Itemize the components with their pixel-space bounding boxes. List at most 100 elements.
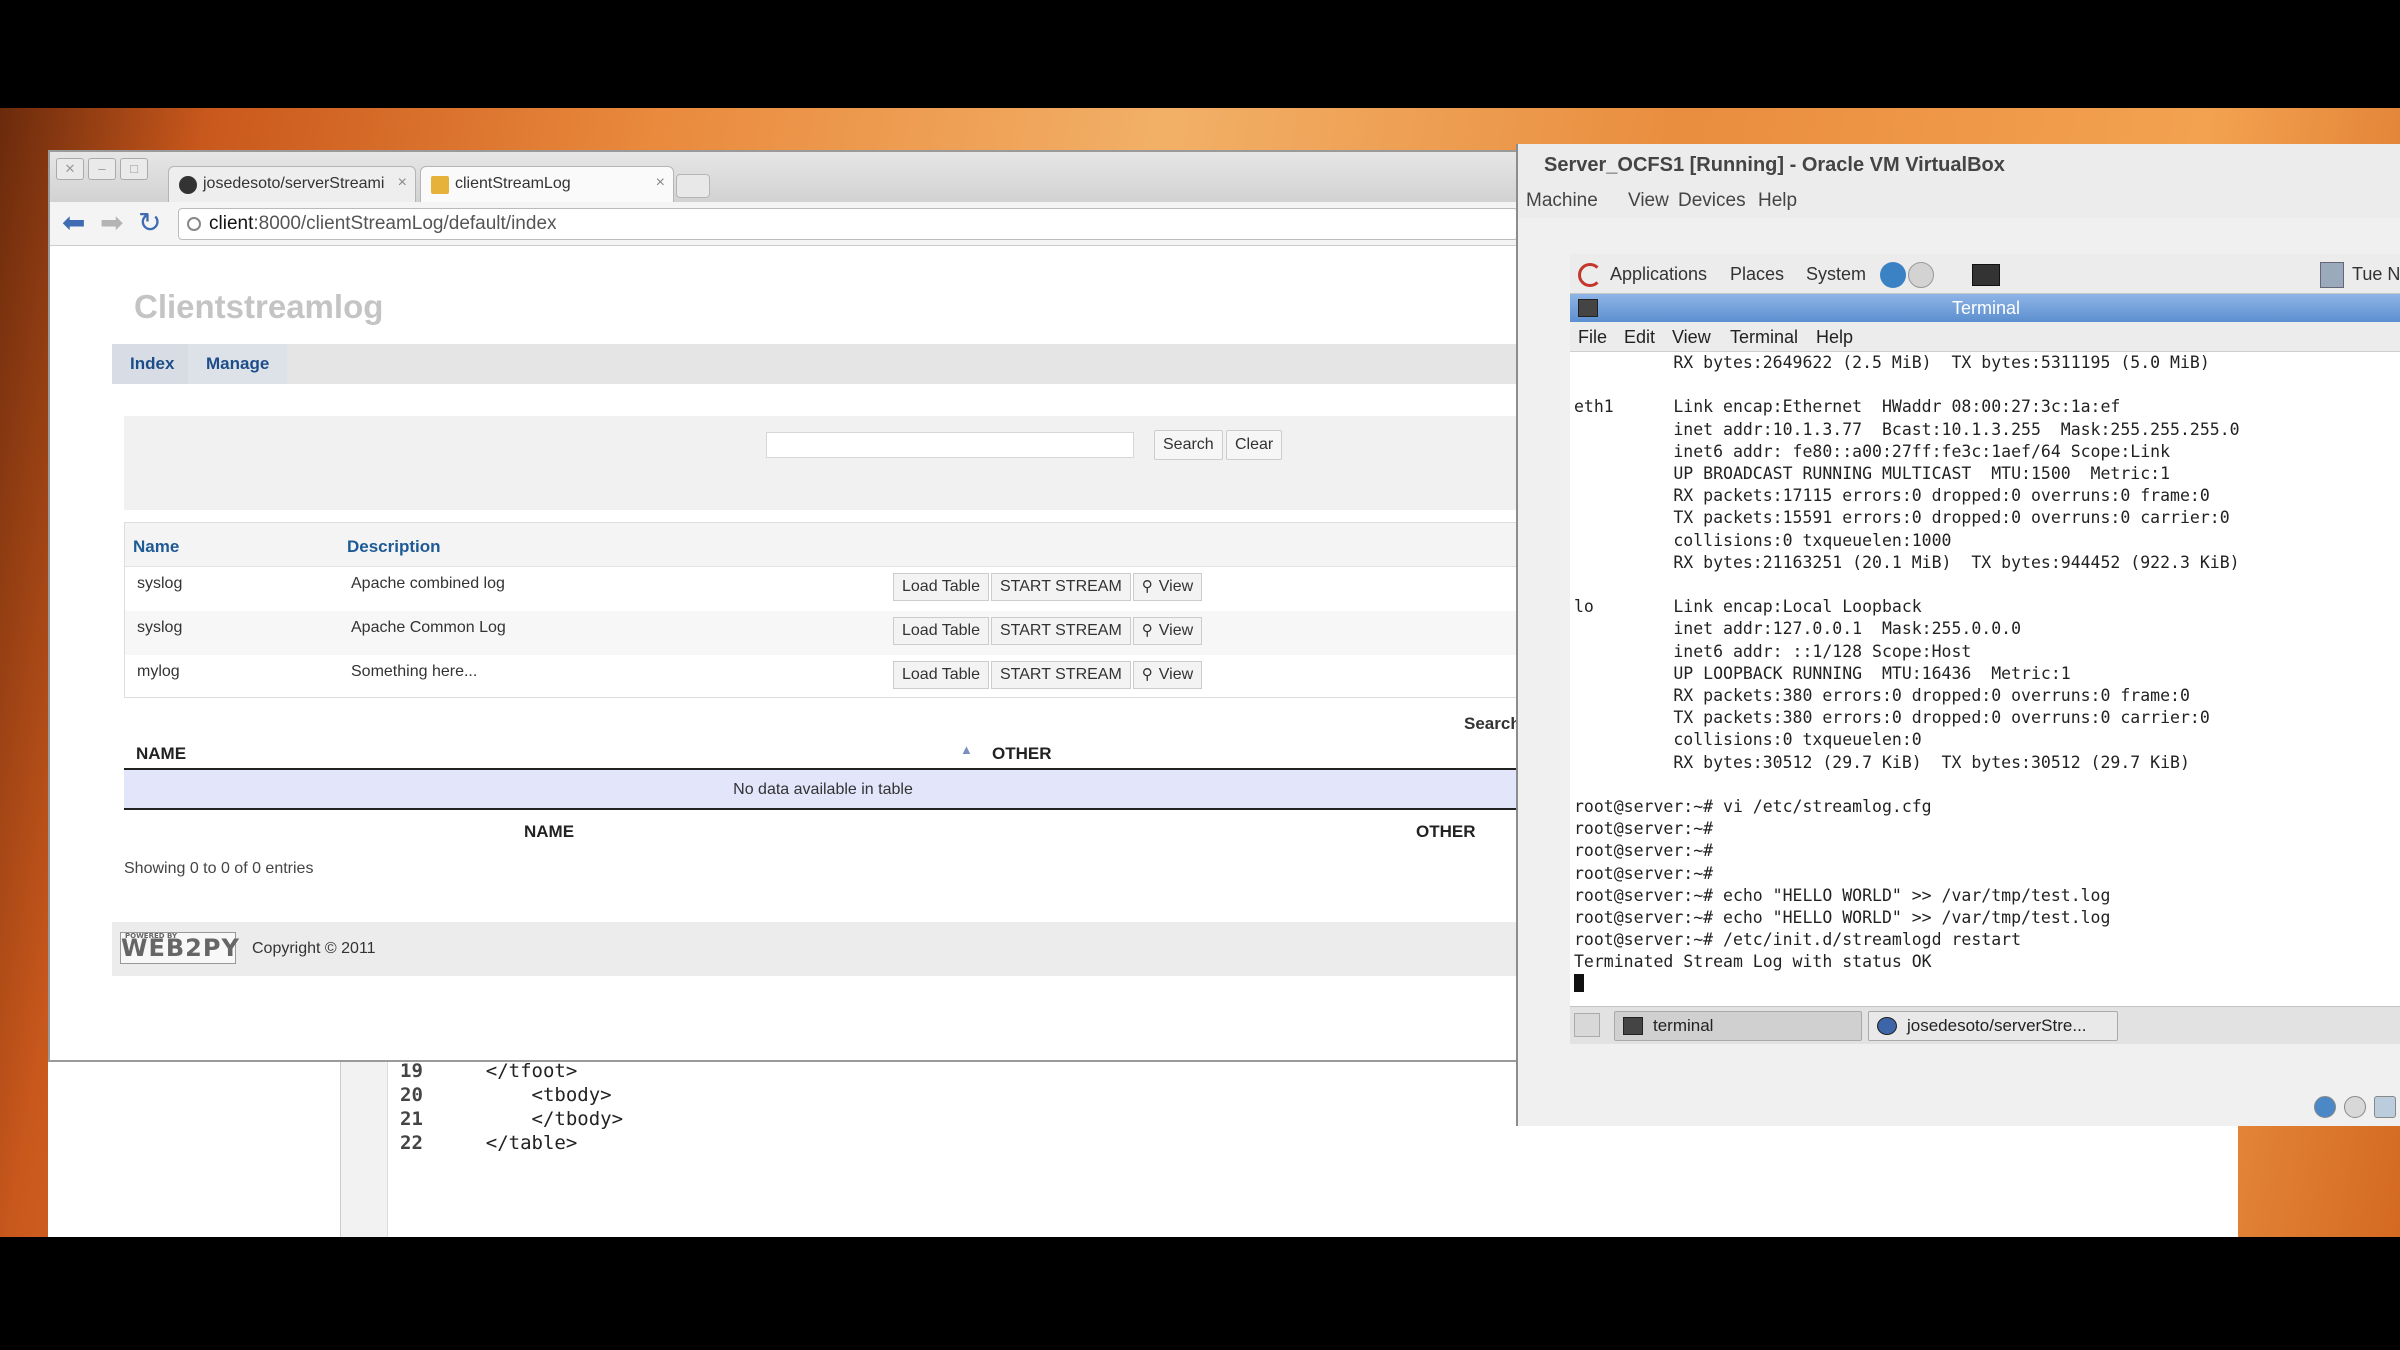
terminal-line: root@server:~# xyxy=(1574,841,1714,861)
menu-file[interactable]: File xyxy=(1578,327,1607,348)
code-line[interactable]: 20 <tbody> xyxy=(400,1083,612,1107)
search-button[interactable]: Search xyxy=(1154,430,1223,460)
sort-ascending-icon[interactable]: ▲ xyxy=(960,742,973,757)
web2py-logo[interactable]: POWERED BY WEB2PY xyxy=(120,932,239,964)
close-tab-icon[interactable]: × xyxy=(398,174,407,192)
forward-arrow-icon[interactable]: ➡ xyxy=(100,209,123,237)
menu-system[interactable]: System xyxy=(1806,264,1866,285)
github-icon xyxy=(179,176,197,194)
load-table-button[interactable]: Load Table xyxy=(893,573,989,601)
cdrom-icon[interactable] xyxy=(2344,1096,2366,1118)
log-name: syslog xyxy=(137,619,183,636)
menu-help[interactable]: Help xyxy=(1758,190,1797,212)
usb-icon[interactable] xyxy=(2374,1096,2396,1118)
logs-table: Name Description syslog Apache combined … xyxy=(124,522,1522,698)
terminal-line: RX packets:17115 errors:0 dropped:0 over… xyxy=(1574,486,2210,506)
menu-applications[interactable]: Applications xyxy=(1610,264,1707,285)
menu-edit[interactable]: Edit xyxy=(1624,327,1655,348)
new-tab-button[interactable] xyxy=(676,174,710,198)
start-stream-button[interactable]: START STREAM xyxy=(991,573,1131,601)
log-name: syslog xyxy=(137,575,183,592)
browser-toolbar: ⬅ ➡ ↻ client:8000/clientStreamLog/defaul… xyxy=(50,202,1518,246)
taskbar-terminal[interactable]: terminal xyxy=(1614,1011,1862,1041)
site-title: Clientstreamlog xyxy=(134,288,384,325)
row-actions: Load Table START STREAM ⚲ View xyxy=(893,573,1204,601)
log-name: mylog xyxy=(137,663,180,680)
column-header-description[interactable]: Description xyxy=(347,537,441,557)
entries-info: Showing 0 to 0 of 0 entries xyxy=(124,860,314,877)
column-header-name[interactable]: NAME xyxy=(136,744,186,764)
terminal-line: collisions:0 txqueuelen:0 xyxy=(1574,730,1922,750)
address-bar[interactable]: client:8000/clientStreamLog/default/inde… xyxy=(178,208,1518,240)
view-button[interactable]: ⚲ View xyxy=(1132,617,1203,645)
letterbox-bottom xyxy=(0,1237,2400,1350)
tab-github[interactable]: josedesoto/serverStreami × xyxy=(168,166,416,202)
window-controls: ✕ – □ xyxy=(56,158,148,180)
data-table-footer: NAME OTHER xyxy=(124,810,1522,850)
row-actions: Load Table START STREAM ⚲ View xyxy=(893,661,1204,689)
column-header-name[interactable]: Name xyxy=(133,537,179,557)
menu-terminal[interactable]: Terminal xyxy=(1730,327,1798,348)
menu-manage[interactable]: Manage xyxy=(188,344,288,384)
menu-view[interactable]: View xyxy=(1672,327,1711,348)
close-tab-icon[interactable]: × xyxy=(656,174,665,192)
site-menubar: Index Manage xyxy=(112,344,1522,384)
terminal-line: RX bytes:21163251 (20.1 MiB) TX bytes:94… xyxy=(1574,552,2240,572)
magnifier-icon: ⚲ xyxy=(1141,622,1153,639)
terminal-line: UP LOOPBACK RUNNING MTU:16436 Metric:1 xyxy=(1574,663,2071,683)
magnifier-icon: ⚲ xyxy=(1141,666,1153,683)
footer-other: OTHER xyxy=(1416,822,1476,841)
browser-tabstrip: ✕ – □ josedesoto/serverStreami × clientS… xyxy=(50,152,1518,202)
terminal-line: RX packets:380 errors:0 dropped:0 overru… xyxy=(1574,686,2190,705)
taskbar-browser[interactable]: josedesoto/serverStre... xyxy=(1868,1011,2118,1041)
view-button[interactable]: ⚲ View xyxy=(1132,661,1203,689)
column-header-other[interactable]: OTHER xyxy=(992,744,1052,764)
code-line[interactable]: 19 </tfoot> xyxy=(400,1059,577,1083)
back-arrow-icon[interactable]: ⬅ xyxy=(62,209,85,237)
log-description: Something here... xyxy=(351,663,478,680)
gnome-logo-icon xyxy=(1578,263,1602,287)
terminal-line: UP BROADCAST RUNNING MULTICAST MTU:1500 … xyxy=(1574,464,2171,483)
menu-devices[interactable]: Devices xyxy=(1678,190,1746,212)
code-line[interactable]: 21 </tbody> xyxy=(400,1107,623,1131)
terminal-line: root@server:~# echo "HELLO WORLD" >> /va… xyxy=(1574,885,2111,905)
terminal-line: eth1 Link encap:Ethernet HWaddr 08:00:27… xyxy=(1574,397,2121,417)
terminal-output[interactable]: RX bytes:2649622 (2.5 MiB) TX bytes:5311… xyxy=(1570,352,2400,992)
tab-clientstreamlog[interactable]: clientStreamLog × xyxy=(420,166,674,202)
menu-view[interactable]: View xyxy=(1628,190,1669,212)
search-input[interactable] xyxy=(766,432,1134,458)
clear-button[interactable]: Clear xyxy=(1226,430,1283,460)
empty-table-message: No data available in table xyxy=(124,770,1522,810)
menu-places[interactable]: Places xyxy=(1730,264,1784,285)
magnifier-icon: ⚲ xyxy=(1141,578,1153,595)
close-window-button[interactable]: ✕ xyxy=(56,158,84,180)
load-table-button[interactable]: Load Table xyxy=(893,661,989,689)
clock[interactable]: Tue N xyxy=(2352,264,2400,285)
help-launcher-icon[interactable] xyxy=(1908,262,1934,288)
guest-screen[interactable]: Applications Places System Tue N Termina… xyxy=(1570,254,2400,1044)
virtualbox-statusbar xyxy=(2314,1096,2396,1118)
menu-machine[interactable]: Machine xyxy=(1526,190,1598,212)
minimize-window-button[interactable]: – xyxy=(88,158,116,180)
table-row: syslog Apache combined log Load Table ST… xyxy=(125,567,1521,611)
reload-icon[interactable]: ↻ xyxy=(138,209,161,237)
log-description: Apache combined log xyxy=(351,575,505,592)
letterbox-top xyxy=(0,0,2400,108)
terminal-line: inet addr:127.0.0.1 Mask:255.0.0.0 xyxy=(1574,619,2022,639)
terminal-line: TX packets:380 errors:0 dropped:0 overru… xyxy=(1574,708,2210,728)
start-stream-button[interactable]: START STREAM xyxy=(991,661,1131,689)
chromium-icon xyxy=(1877,1017,1897,1035)
menu-help[interactable]: Help xyxy=(1816,327,1853,348)
browser-launcher-icon[interactable] xyxy=(1880,262,1906,288)
show-desktop-icon[interactable] xyxy=(1574,1013,1600,1037)
menu-index[interactable]: Index xyxy=(112,344,193,384)
load-table-button[interactable]: Load Table xyxy=(893,617,989,645)
terminal-menubar: File Edit View Terminal Help xyxy=(1570,322,2400,352)
code-line[interactable]: 22 </table> xyxy=(400,1131,577,1155)
terminal-line: inet6 addr: fe80::a00:27ff:fe3c:1aef/64 … xyxy=(1574,441,2171,461)
harddisk-icon[interactable] xyxy=(2314,1096,2336,1118)
terminal-launcher-icon[interactable] xyxy=(1972,264,2000,286)
view-button[interactable]: ⚲ View xyxy=(1132,573,1203,601)
start-stream-button[interactable]: START STREAM xyxy=(991,617,1131,645)
maximize-window-button[interactable]: □ xyxy=(120,158,148,180)
